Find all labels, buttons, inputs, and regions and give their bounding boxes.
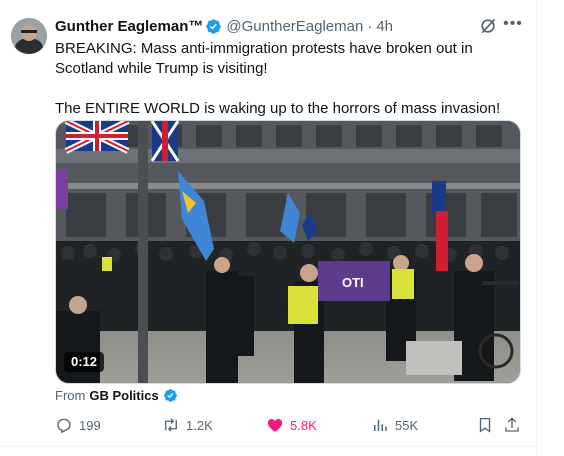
heart-icon xyxy=(267,419,283,432)
media-source: From GB Politics xyxy=(55,388,182,403)
bookmark-icon xyxy=(479,417,491,433)
post-timestamp[interactable]: 4h xyxy=(376,18,393,35)
author-name[interactable]: Gunther Eagleman™ xyxy=(55,18,203,35)
divider xyxy=(0,446,536,447)
share-icon xyxy=(505,417,519,432)
more-icon[interactable]: ••• xyxy=(503,14,523,34)
author-avatar[interactable] xyxy=(11,18,47,54)
verified-badge-icon xyxy=(206,18,222,34)
grok-icon[interactable] xyxy=(478,16,498,36)
like-button[interactable]: 5.8K xyxy=(266,413,317,437)
post-text: BREAKING: Mass anti-immigration protests… xyxy=(55,39,525,119)
video-player[interactable]: OTI xyxy=(55,120,521,384)
video-duration: 0:12 xyxy=(64,352,104,372)
share-button[interactable] xyxy=(503,413,527,437)
reply-count: 199 xyxy=(79,417,101,433)
source-prefix: From xyxy=(55,388,86,403)
banner-text: OTI xyxy=(342,275,364,290)
separator-dot: · xyxy=(367,17,373,35)
action-bar: 199 1.2K 5.8K 55K xyxy=(0,413,536,437)
repost-count: 1.2K xyxy=(186,417,213,433)
reply-icon xyxy=(57,418,71,434)
post-text-paragraph: The ENTIRE WORLD is waking up to the hor… xyxy=(55,100,501,117)
video-frame: OTI xyxy=(56,121,520,383)
author-handle[interactable]: @GuntherEagleman xyxy=(226,18,363,35)
reply-button[interactable]: 199 xyxy=(55,413,101,437)
post-header: Gunther Eagleman™ @GuntherEagleman · 4h xyxy=(55,15,393,37)
repost-button[interactable]: 1.2K xyxy=(162,413,213,437)
like-count: 5.8K xyxy=(290,417,317,433)
right-rail xyxy=(536,0,564,456)
views-icon xyxy=(374,419,387,431)
views-button[interactable]: 55K xyxy=(371,413,418,437)
view-count: 55K xyxy=(395,417,419,433)
source-name[interactable]: GB Politics xyxy=(89,388,158,403)
verified-badge-icon xyxy=(163,389,177,402)
post-card[interactable]: Gunther Eagleman™ @GuntherEagleman · 4h … xyxy=(0,0,536,456)
repost-icon xyxy=(165,418,177,432)
post-text-paragraph: BREAKING: Mass anti-immigration protests… xyxy=(55,40,473,77)
bookmark-button[interactable] xyxy=(476,413,500,437)
